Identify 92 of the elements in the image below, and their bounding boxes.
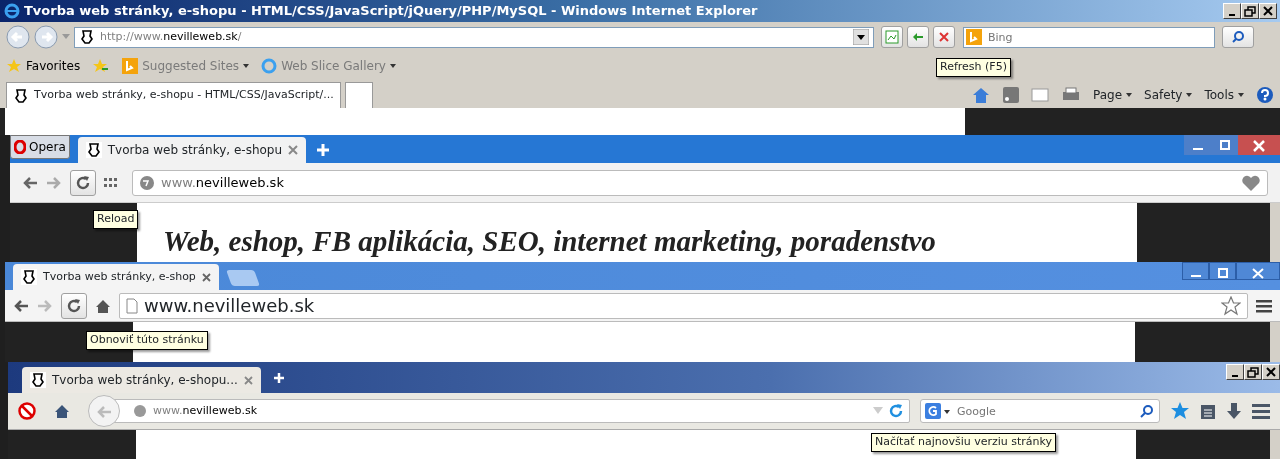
menu-icon[interactable] [1256, 298, 1272, 313]
caret-icon [1126, 93, 1133, 97]
restore-icon [1247, 366, 1259, 378]
address-field[interactable]: www.nevilleweb.sk [112, 399, 910, 423]
browser-logo-icon [14, 140, 26, 154]
site-icon [30, 372, 46, 388]
tooltip: Načítať najnovšiu verziu stránky [871, 433, 1057, 452]
menu-icon[interactable] [1252, 403, 1270, 419]
refresh-button[interactable] [907, 26, 929, 48]
browser-logo-icon [261, 58, 278, 74]
address-field[interactable]: www.nevilleweb.sk [119, 292, 1248, 319]
caret-icon [944, 410, 950, 414]
reload-button[interactable] [70, 169, 96, 196]
heart-icon[interactable] [1241, 173, 1261, 192]
minimize-icon [1192, 147, 1203, 150]
forward-icon[interactable] [34, 25, 58, 49]
star-icon[interactable] [1221, 295, 1241, 316]
caret-icon [389, 64, 396, 68]
close-icon[interactable] [288, 145, 299, 155]
close-icon [938, 31, 950, 43]
back-icon[interactable] [22, 175, 38, 190]
close-icon[interactable] [243, 375, 253, 385]
caret-icon [1238, 93, 1244, 97]
search-engine-icon [925, 403, 941, 419]
minimize-button[interactable] [1182, 262, 1209, 280]
window-title: Tvorba web stránky, e-shopu - HTML/CSS/JavaScript/jQuery/PHP/MySQL - Windows Internet Explorer [24, 2, 758, 21]
menu-button[interactable]: Tools [1204, 86, 1244, 104]
back-icon [96, 404, 112, 419]
scrollbar[interactable] [1270, 430, 1280, 459]
tooltip: Refresh (F5) [936, 58, 1011, 77]
close-icon [1262, 5, 1274, 17]
caret-icon [1186, 93, 1193, 97]
back-icon[interactable] [13, 298, 29, 313]
menu-button[interactable]: Safety [1144, 86, 1193, 104]
new-tab-button[interactable] [344, 82, 373, 108]
close-button[interactable] [1236, 262, 1280, 280]
address-field[interactable]: http://www.nevilleweb.sk/ [74, 26, 874, 48]
page-heading: Web, eshop, FB aplikácia, SEO, internet marketing, poradenstvo [163, 225, 937, 257]
menu-button[interactable]: Opera [10, 135, 70, 159]
grid-icon[interactable] [104, 177, 118, 188]
refresh-icon [67, 298, 81, 313]
tooltip: Reload [93, 210, 139, 229]
download-icon[interactable] [1226, 402, 1242, 420]
favorites-item[interactable]: Favorites [6, 57, 81, 75]
stop-button[interactable] [933, 26, 955, 48]
home-icon[interactable] [54, 404, 70, 418]
refresh-icon [76, 175, 90, 190]
scrollbar[interactable] [1270, 322, 1280, 362]
add-favorite-icon[interactable] [92, 58, 111, 74]
restore-icon [1244, 5, 1256, 17]
scrollbar[interactable] [1270, 203, 1280, 262]
reload-button[interactable] [61, 292, 87, 319]
tooltip: Obnoviť túto stránku [86, 331, 208, 350]
star-icon[interactable] [1170, 401, 1190, 421]
browser-tab[interactable]: Tvorba web stránky, e-shopu [77, 137, 307, 163]
minimize-icon [1190, 274, 1201, 277]
browser-tab[interactable]: Tvorba web stránky, e-shopu... [22, 367, 261, 393]
search-engine-icon [122, 58, 139, 74]
feed-icon[interactable] [1003, 87, 1019, 103]
star-icon [6, 58, 22, 74]
site-icon [13, 87, 29, 104]
browser-logo-icon [4, 3, 20, 19]
restore-button[interactable] [1209, 262, 1236, 280]
clipboard-icon[interactable] [1200, 402, 1216, 420]
minimize-icon [1229, 14, 1235, 16]
page-icon [885, 30, 899, 44]
search-field[interactable]: Bing [963, 26, 1215, 48]
browser-tab[interactable]: Tvorba web stránky, e-shop [13, 264, 219, 290]
search-button[interactable] [1222, 26, 1254, 48]
site-icon [85, 142, 102, 158]
refresh-icon[interactable] [889, 404, 903, 418]
search-field[interactable]: Google [920, 399, 1160, 423]
new-tab-icon[interactable] [272, 372, 285, 384]
new-tab-icon[interactable] [316, 143, 331, 157]
search-icon [1232, 31, 1244, 43]
close-icon[interactable] [201, 272, 211, 282]
home-icon[interactable] [95, 298, 111, 313]
dropdown-icon[interactable] [853, 29, 869, 45]
help-icon[interactable] [1256, 86, 1274, 104]
printer-icon[interactable] [1061, 87, 1081, 103]
browser-tab[interactable]: Tvorba web stránky, e-shopu - HTML/CSS/JavaScript/... [6, 82, 341, 108]
compatibility-button[interactable] [881, 26, 903, 48]
page-icon [126, 297, 138, 314]
site-icon [21, 269, 37, 285]
caret-icon [243, 64, 250, 68]
minimize-icon [1232, 375, 1238, 377]
close-icon [1265, 366, 1277, 378]
site-icon [79, 29, 95, 45]
blocked-icon[interactable] [18, 402, 36, 420]
address-field[interactable]: www.nevilleweb.sk [132, 169, 1268, 196]
search-icon[interactable] [1140, 404, 1154, 418]
menu-button[interactable]: Page [1093, 86, 1133, 104]
